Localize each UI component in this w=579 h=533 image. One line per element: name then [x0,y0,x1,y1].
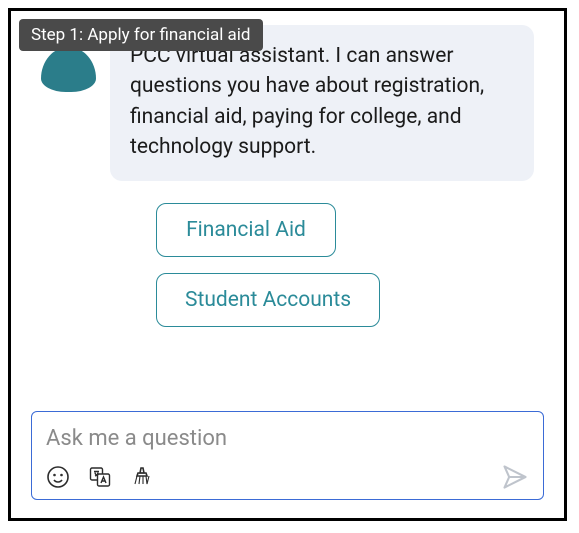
quick-reply-student-accounts[interactable]: Student Accounts [156,273,380,327]
input-area [31,411,544,500]
clear-icon[interactable] [130,465,154,489]
chat-messages-area: PCC virtual assistant. I can answer ques… [11,11,564,398]
input-toolbar [46,463,529,491]
emoji-icon[interactable] [46,465,70,489]
assistant-avatar [41,47,96,92]
question-input[interactable] [46,422,529,455]
quick-reply-list: Financial Aid Student Accounts [156,203,534,327]
step-tooltip: Step 1: Apply for financial aid [19,19,263,51]
quick-reply-financial-aid[interactable]: Financial Aid [156,203,336,257]
chat-widget-frame: Step 1: Apply for financial aid PCC virt… [8,8,567,521]
translate-icon[interactable] [88,465,112,489]
send-icon[interactable] [501,463,529,491]
assistant-message-text: PCC virtual assistant. I can answer ques… [130,44,484,159]
